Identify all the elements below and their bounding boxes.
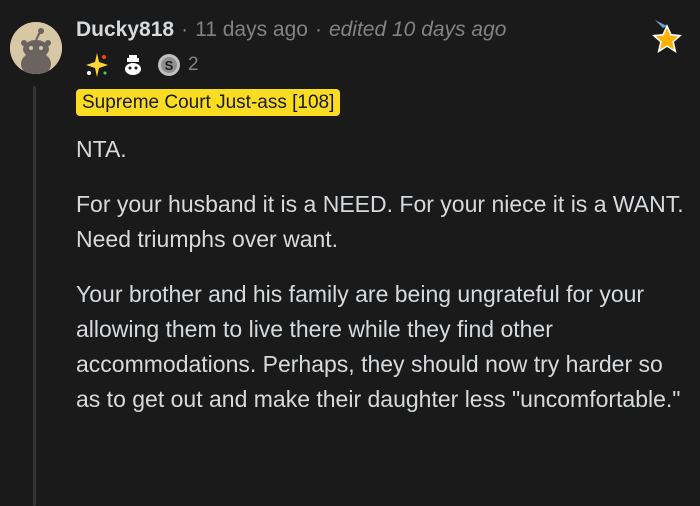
user-avatar[interactable] <box>10 22 62 74</box>
award-count: 2 <box>188 54 199 75</box>
svg-text:S: S <box>165 58 174 73</box>
silver-award-icon: S <box>158 54 180 76</box>
snoo-award-icon <box>125 55 141 75</box>
comment: Ducky818 · 11 days ago · edited 10 days … <box>0 0 700 506</box>
username-link[interactable]: Ducky818 <box>76 18 174 42</box>
timestamp-link[interactable]: 11 days ago <box>195 18 308 42</box>
user-flair: Supreme Court Just-ass [108] <box>76 89 341 116</box>
awards-row[interactable]: S 2 <box>84 50 199 80</box>
edited-label: edited 10 days ago <box>328 18 507 41</box>
comment-body: NTA. For your husband it is a NEED. For … <box>76 132 688 437</box>
separator-dot: · <box>314 18 322 41</box>
separator-dot: · <box>181 18 189 41</box>
thread-line[interactable] <box>33 86 36 506</box>
star-award-icon[interactable] <box>645 16 689 60</box>
comment-paragraph: NTA. <box>76 136 127 162</box>
sparkle-award-icon <box>86 53 108 77</box>
snoo-avatar-icon <box>10 22 62 74</box>
comment-paragraph: Your brother and his family are being un… <box>76 281 681 412</box>
comment-paragraph: For your husband it is a NEED. For your … <box>76 191 684 252</box>
comment-meta: Ducky818 · 11 days ago · edited 10 days … <box>76 14 506 46</box>
